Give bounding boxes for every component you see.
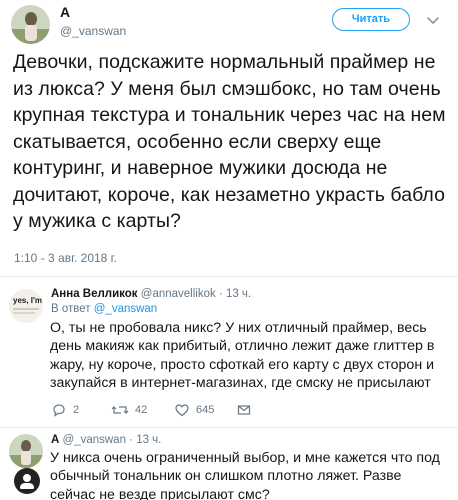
reply-text: У никса очень ограниченный выбор, и мне … — [50, 450, 440, 500]
tweet-timestamp[interactable]: 1:10 - 3 авг. 2018 г. — [14, 251, 117, 265]
avatar-photo: yes, I'm drunk — [9, 289, 43, 323]
main-tweet: A @_vanswan Читать Девочки, подскажите н… — [0, 0, 458, 278]
divider — [0, 427, 458, 428]
reply-button[interactable]: 2 — [51, 400, 79, 420]
avatar-photo — [9, 434, 43, 468]
reply-header: Анна Велликок @annavellikok · 13 ч. — [51, 288, 251, 300]
like-count: 645 — [196, 404, 215, 416]
reply-to-handle[interactable]: @_vanswan — [94, 303, 157, 315]
author-meta[interactable]: @_vanswan · 13 ч. — [63, 434, 162, 446]
divider — [0, 276, 458, 277]
retweet-count: 42 — [135, 404, 148, 416]
follow-button[interactable]: Читать — [332, 8, 410, 31]
avatar[interactable]: yes, I'm drunk — [9, 289, 43, 323]
heart-icon — [175, 404, 189, 417]
user-profile-icon-head — [23, 474, 31, 482]
share-button[interactable] — [236, 400, 252, 420]
avatar[interactable] — [9, 434, 43, 468]
chevron-down-icon[interactable] — [425, 12, 441, 28]
user-profile-icon-body — [20, 483, 34, 489]
reply-count: 2 — [73, 404, 80, 416]
user-profile-icon[interactable] — [14, 468, 40, 494]
mail-icon — [237, 405, 251, 415]
reply-text: О, ты не пробовала никс? У них отличный … — [50, 320, 435, 392]
avatar[interactable] — [11, 5, 50, 44]
avatar-photo — [11, 5, 50, 44]
retweet-button[interactable]: 42 — [111, 400, 147, 420]
author-meta[interactable]: @annavellikok · 13 ч. — [141, 288, 251, 300]
reply-header: A @_vanswan · 13 ч. — [51, 434, 161, 446]
reply-to-line: В ответ @_vanswan — [51, 303, 157, 315]
tweet-actions: 2 42 645 — [0, 400, 458, 420]
author-name[interactable]: A — [51, 434, 59, 446]
avatar-text: yes, I'm drunk — [13, 296, 43, 305]
author-handle[interactable]: @_vanswan — [60, 24, 126, 38]
author-name[interactable]: A — [60, 4, 70, 20]
reply-icon — [53, 404, 65, 417]
author-name[interactable]: Анна Велликок — [51, 288, 138, 300]
reply-to-prefix: В ответ — [51, 303, 91, 315]
like-button[interactable]: 645 — [174, 400, 214, 420]
retweet-icon — [111, 406, 129, 414]
tweet-text: Девочки, подскажите нормальный праймер н… — [13, 51, 446, 232]
